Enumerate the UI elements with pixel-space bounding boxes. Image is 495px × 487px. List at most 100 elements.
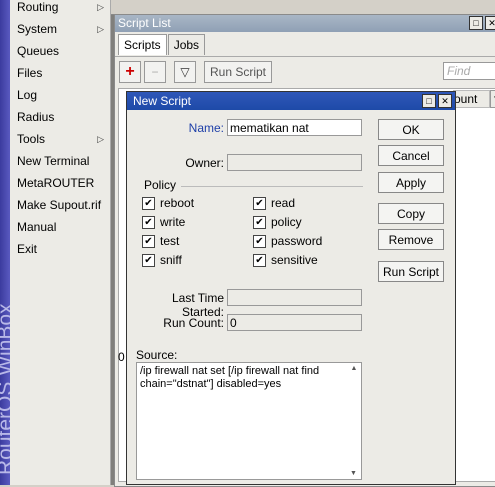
last-time-started-field[interactable] [227,289,362,306]
menu-item-label: Tools [17,132,46,146]
tab-jobs[interactable]: Jobs [167,34,206,55]
menu-item-manual[interactable]: Manual [10,216,110,238]
source-text: /ip firewall nat set [/ip firewall nat f… [140,365,340,391]
menu-item-radius[interactable]: Radius [10,106,110,128]
restore-icon[interactable]: □ [469,16,483,30]
main-topbar [111,0,495,15]
menu-item-label: System [17,22,58,36]
menu-item-files[interactable]: Files [10,62,110,84]
menu-item-label: Queues [17,44,60,58]
policy-write[interactable]: ✔ write [142,215,186,230]
brand-strip: RouterOS WinBox [0,0,10,485]
checkbox-checked-icon[interactable]: ✔ [253,254,266,268]
policy-test-label: test [160,234,180,248]
new-script-dialog: New Script □ ✕ Name: mematikan nat Owner:… [126,91,456,485]
brand-text: RouterOS WinBox [0,303,10,475]
restore-icon[interactable]: □ [422,94,436,108]
menu-item-label: MetaROUTER [17,176,95,190]
row-count-text: 0 [118,350,125,364]
submenu-arrow-icon: ▷ [97,24,104,34]
policy-sniff[interactable]: ✔ sniff [142,253,182,268]
source-label: Source: [136,348,178,362]
last-time-started-label: Last Time Started: [171,291,224,319]
submenu-arrow-icon: ▷ [97,134,104,144]
policy-policy-label: policy [271,215,302,229]
side-menu: Routing ▷ System ▷ Queues Files Log Radius… [10,0,111,485]
menu-item-make-supout[interactable]: Make Supout.rif [10,194,110,216]
find-input[interactable]: Find [443,62,495,80]
policy-sensitive-label: sensitive [271,253,318,267]
menu-item-system[interactable]: System ▷ [10,18,110,40]
policy-password-label: password [271,234,323,248]
policy-read[interactable]: ✔ read [253,196,296,211]
menu-item-exit[interactable]: Exit [10,238,110,260]
new-script-titlebar[interactable]: New Script □ ✕ [127,92,455,110]
menu-item-tools[interactable]: Tools ▷ [10,128,110,150]
owner-label: Owner: [185,156,224,170]
close-icon[interactable]: ✕ [438,94,452,108]
policy-test[interactable]: ✔ test [142,234,180,249]
script-list-toolbar: + − ▽ Run Script Find [115,57,495,85]
submenu-arrow-icon: ▷ [97,2,104,12]
policy-reboot-label: reboot [160,196,195,210]
remove-button[interactable]: Remove [378,229,444,250]
menu-item-log[interactable]: Log [10,84,110,106]
policy-write-label: write [160,215,186,229]
run-script-button[interactable]: Run Script [378,261,444,282]
ok-button[interactable]: OK [378,119,444,140]
checkbox-checked-icon[interactable]: ✔ [142,235,155,249]
script-list-title: Script List [118,16,171,30]
column-header-count[interactable]: ount [453,90,490,108]
policy-password[interactable]: ✔ password [253,234,323,249]
owner-field[interactable] [227,154,362,171]
menu-item-label: Routing [17,0,59,14]
policy-divider [181,186,363,187]
apply-button[interactable]: Apply [378,172,444,193]
scroll-down-icon[interactable]: ▼ [350,470,357,477]
checkbox-checked-icon[interactable]: ✔ [142,216,155,230]
name-field[interactable]: mematikan nat [227,119,362,136]
policy-policy[interactable]: ✔ policy [253,215,302,230]
checkbox-checked-icon[interactable]: ✔ [253,216,266,230]
menu-item-label: Radius [17,110,55,124]
menu-item-label: Files [17,66,43,80]
menu-item-metarouter[interactable]: MetaROUTER [10,172,110,194]
cancel-button[interactable]: Cancel [378,145,444,166]
add-button[interactable]: + [119,61,141,83]
menu-item-queues[interactable]: Queues [10,40,110,62]
add-icon: + [125,63,135,80]
source-textarea[interactable]: /ip firewall nat set [/ip firewall nat f… [136,362,362,480]
policy-sensitive[interactable]: ✔ sensitive [253,253,318,268]
checkbox-checked-icon[interactable]: ✔ [142,254,155,268]
policy-sniff-label: sniff [160,253,182,267]
checkbox-checked-icon[interactable]: ✔ [253,197,266,211]
menu-item-label: New Terminal [17,154,90,168]
run-count-field[interactable]: 0 [227,314,362,331]
close-icon[interactable]: ✕ [485,16,495,30]
menu-item-routing[interactable]: Routing ▷ [10,0,110,18]
source-scrollbar[interactable]: ▲ ▼ [349,365,359,477]
remove-button[interactable]: − [144,61,166,83]
menu-item-label: Make Supout.rif [17,198,102,212]
scroll-up-icon[interactable]: ▲ [349,365,359,372]
checkbox-checked-icon[interactable]: ✔ [253,235,266,249]
copy-button[interactable]: Copy [378,203,444,224]
column-dropdown-icon[interactable]: ▼ [490,90,495,108]
policy-read-label: read [271,196,296,210]
tab-scripts[interactable]: Scripts [118,34,167,55]
filter-button[interactable]: ▽ [174,61,196,83]
run-script-toolbar-button[interactable]: Run Script [204,61,272,83]
script-list-tabs: Scripts Jobs [115,32,495,57]
new-script-title: New Script [133,94,192,108]
source-line: chain="dstnat"] disabled=yes [140,378,282,390]
name-label: Name: [188,121,224,135]
minus-icon: − [151,65,159,79]
checkbox-checked-icon[interactable]: ✔ [142,197,155,211]
run-count-label: Run Count: [163,316,224,330]
policy-reboot[interactable]: ✔ reboot [142,196,195,211]
menu-item-label: Log [17,88,38,102]
menu-item-label: Exit [17,242,38,256]
script-list-titlebar[interactable]: Script List □ ✕ [115,15,495,32]
source-line: /ip firewall nat set [/ip firewall nat f… [140,365,320,377]
menu-item-new-terminal[interactable]: New Terminal [10,150,110,172]
